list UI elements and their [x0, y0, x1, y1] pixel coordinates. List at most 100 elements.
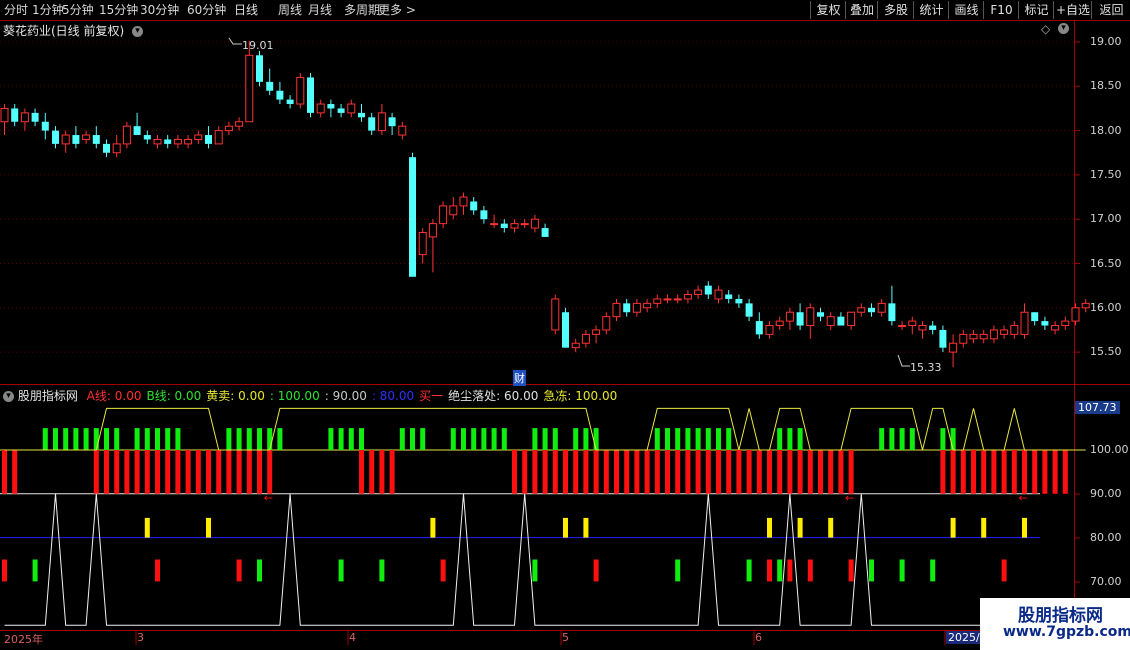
green-bar [552, 428, 558, 450]
green-bar [246, 428, 252, 450]
yellow-mark [828, 517, 834, 538]
red-bar [195, 450, 201, 494]
kline-chart[interactable]: ← ← ← [0, 0, 1130, 650]
green-bar [899, 428, 905, 450]
candle-body [979, 333, 988, 340]
date-tick: 5 [562, 631, 569, 644]
indicator-tick: 80.00 [1090, 531, 1122, 544]
red-bar [1062, 450, 1068, 494]
red-bar [614, 450, 619, 494]
candle-body [409, 157, 416, 277]
red-bar [155, 450, 160, 494]
green-bar [165, 428, 171, 450]
candle-body [153, 138, 162, 145]
red-bar [971, 450, 976, 494]
red-bar [583, 450, 589, 494]
candle-body [61, 134, 70, 145]
red-bar [705, 450, 711, 494]
red-bar [389, 450, 395, 494]
candle-body [307, 77, 314, 113]
green-bar [797, 428, 803, 450]
red-bar [359, 450, 364, 494]
candle-body [133, 126, 141, 136]
signal-bar-green [869, 559, 874, 582]
green-bar [777, 428, 783, 450]
green-bar [532, 428, 538, 450]
red-bar [144, 450, 150, 494]
green-bar [399, 428, 405, 450]
sell-arrow: ← [264, 492, 273, 505]
signal-bar-green [930, 559, 936, 582]
watermark-url: www.7gpzb.com [1003, 624, 1130, 640]
red-bar [654, 450, 660, 494]
candle-body [428, 223, 437, 238]
sell-arrow: ← [845, 492, 854, 505]
price-tick: 16.00 [1090, 300, 1122, 314]
candle-body [31, 112, 39, 122]
yellow-mark [797, 517, 803, 538]
red-bar [726, 450, 732, 494]
red-bar [767, 450, 772, 494]
red-bar [552, 450, 558, 494]
signal-bar-red [2, 559, 7, 582]
red-bar [777, 450, 783, 494]
price-tick: 18.50 [1090, 79, 1122, 93]
candle-body [571, 342, 580, 349]
candle-body [296, 76, 305, 105]
candle-body [286, 99, 294, 105]
candle-body [888, 303, 896, 322]
date-tick: 6 [755, 631, 762, 644]
candle-body [857, 307, 866, 313]
indicator-tick: 107.73 [1075, 401, 1120, 414]
signal-bar-red [767, 559, 772, 582]
green-bar [481, 428, 487, 450]
candle-body [82, 134, 91, 140]
candle-body [612, 302, 621, 318]
green-bar [716, 428, 721, 450]
candle-body [735, 298, 743, 304]
yellow-mark [767, 517, 772, 538]
red-bar [563, 450, 568, 494]
green-bar [104, 428, 109, 450]
red-bar [512, 450, 517, 494]
candle-body [112, 143, 121, 154]
candle-body [276, 90, 284, 100]
candle-body [817, 312, 824, 317]
candle-body [41, 121, 49, 131]
signal-bar-green [379, 559, 385, 582]
red-bar [746, 450, 752, 494]
green-bar [654, 428, 660, 450]
candle-body [755, 321, 763, 335]
indicator-tick: 70.00 [1090, 575, 1122, 588]
red-bar [665, 450, 670, 494]
finance-marker[interactable]: 财 [513, 370, 526, 386]
green-bar [950, 428, 956, 450]
red-bar [624, 450, 630, 494]
price-tick: 19.00 [1090, 35, 1122, 48]
green-bar [889, 428, 895, 450]
candle-body [929, 325, 937, 330]
candle-body [683, 294, 692, 300]
signal-bar-red [1001, 559, 1007, 582]
candle-body [347, 103, 356, 114]
green-bar [338, 428, 344, 450]
red-bar [522, 450, 528, 494]
red-bar [12, 450, 18, 494]
red-bar [236, 450, 242, 494]
candle-body [256, 55, 263, 82]
candle-body [868, 307, 875, 313]
green-bar [328, 428, 334, 450]
low-marker-line [897, 354, 910, 367]
candle-body [316, 103, 325, 114]
green-bar [226, 428, 232, 450]
red-bar [206, 450, 211, 494]
candle-body [796, 312, 804, 326]
candle-body [918, 325, 927, 331]
candle-body [877, 302, 886, 313]
yellow-mark [1022, 517, 1027, 538]
red-bar [1022, 450, 1027, 494]
candle-body [714, 289, 723, 300]
candle-body [949, 342, 958, 353]
candle-body [449, 205, 458, 216]
candle-body [143, 135, 151, 140]
